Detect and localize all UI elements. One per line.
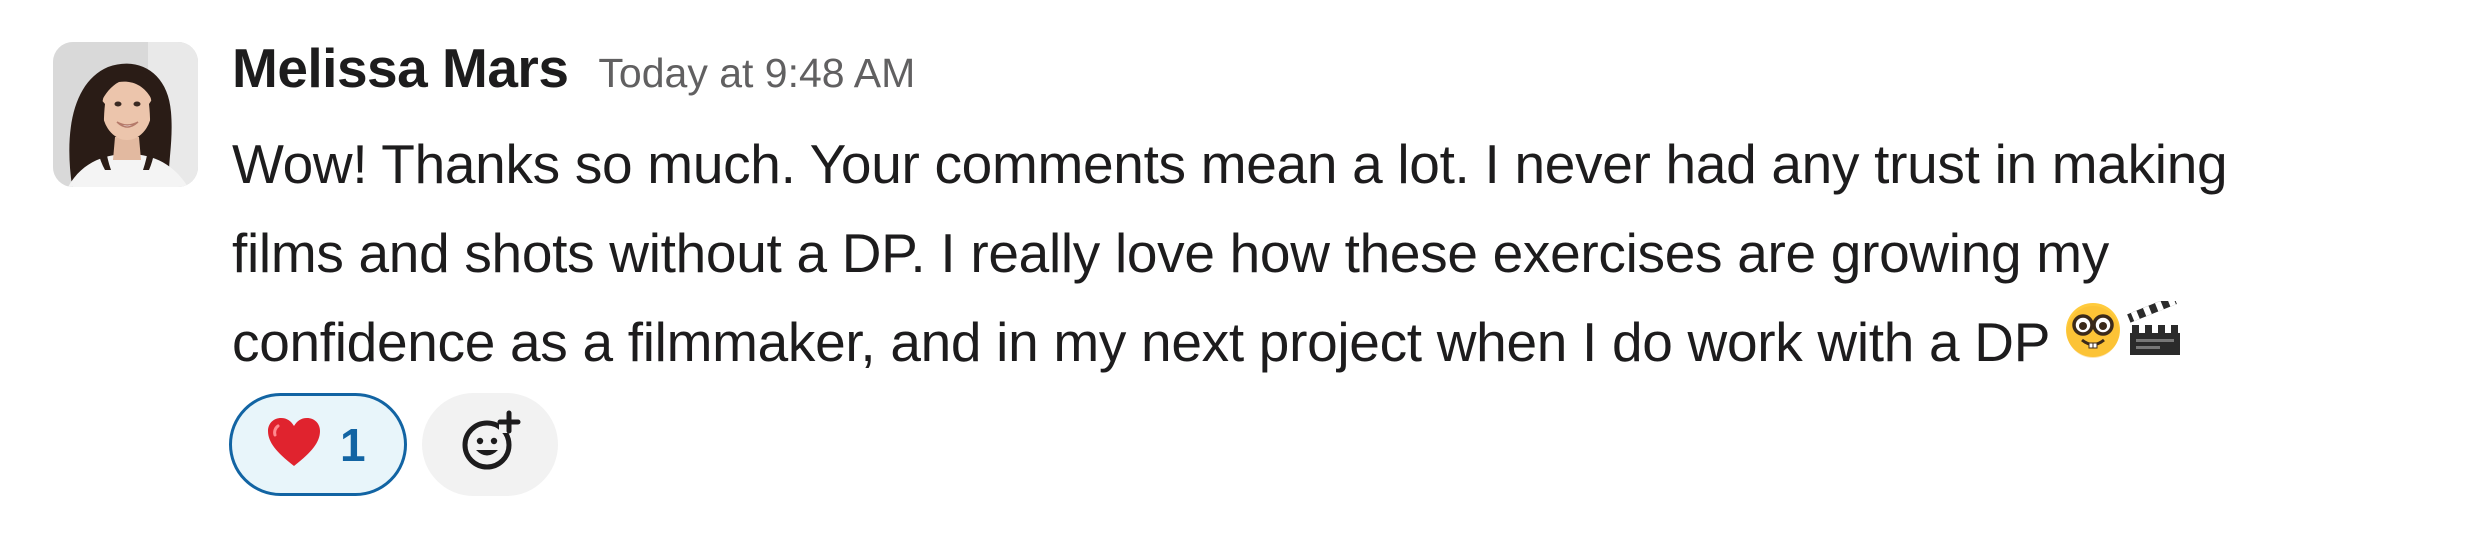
add-reaction-button[interactable] [422,393,558,496]
message-header: Melissa Mars Today at 9:48 AM [232,36,915,106]
message-body: Wow! Thanks so much. Your comments mean … [232,120,2462,387]
avatar-photo [53,42,198,187]
chat-message: Melissa Mars Today at 9:48 AM Wow! Thank… [0,0,2476,556]
message-line-text: confidence as a filmmaker, and in my nex… [232,311,2051,373]
red-heart-emoji [266,416,322,473]
avatar[interactable] [53,42,198,187]
add-emoji-icon [457,409,523,480]
reaction-heart-button[interactable]: 1 [229,393,407,496]
author-name[interactable]: Melissa Mars [232,36,569,100]
message-timestamp[interactable]: Today at 9:48 AM [598,50,915,97]
reaction-count: 1 [340,418,366,471]
message-line: Wow! Thanks so much. Your comments mean … [232,133,2228,195]
message-line-with-emoji: confidence as a filmmaker, and in my nex… [232,295,2462,387]
reactions-bar: 1 [229,393,558,496]
nerd-face-emoji [2064,296,2122,385]
clapper-board-emoji [2126,295,2184,385]
message-line: films and shots without a DP. I really l… [232,222,2110,284]
